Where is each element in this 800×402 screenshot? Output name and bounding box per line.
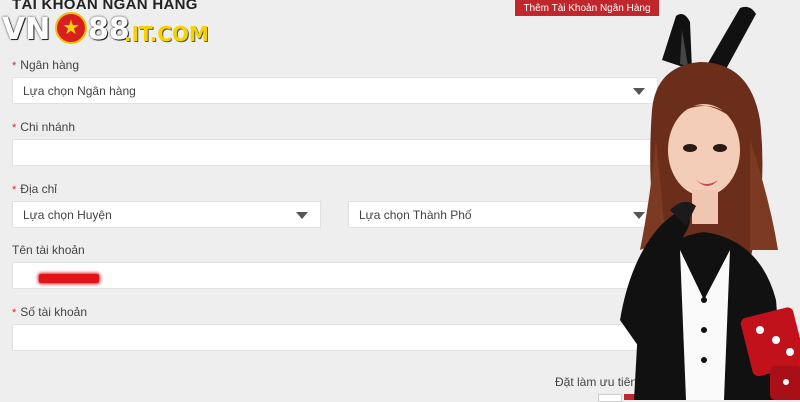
logo-text-vn: VN [2, 12, 51, 47]
account-number-label: * Số tài khoản [12, 305, 87, 319]
chevron-down-icon [296, 212, 308, 219]
address-label: * Địa chỉ [12, 182, 57, 196]
star-icon: ★ [55, 12, 87, 44]
bank-select-value: Lựa chọn Ngân hàng [23, 83, 136, 98]
account-number-input[interactable] [12, 324, 658, 351]
logo-domain: .IT.COM [124, 22, 209, 46]
branch-input[interactable] [12, 139, 658, 166]
city-select-value: Lựa chọn Thành Phố [359, 207, 472, 222]
bank-label: * Ngân hàng [12, 58, 79, 72]
district-select[interactable]: Lựa chọn Huyện [12, 201, 321, 228]
bank-select[interactable]: Lựa chọn Ngân hàng [12, 77, 658, 104]
district-select-value: Lựa chọn Huyện [23, 207, 112, 222]
redaction-mark [39, 274, 99, 283]
site-logo[interactable]: VN ★ 88 .IT.COM [2, 10, 209, 47]
promo-model-image [620, 6, 800, 400]
branch-label: * Chi nhánh [12, 120, 75, 134]
account-name-input[interactable] [12, 262, 658, 289]
account-name-label: Tên tài khoản [12, 243, 85, 257]
